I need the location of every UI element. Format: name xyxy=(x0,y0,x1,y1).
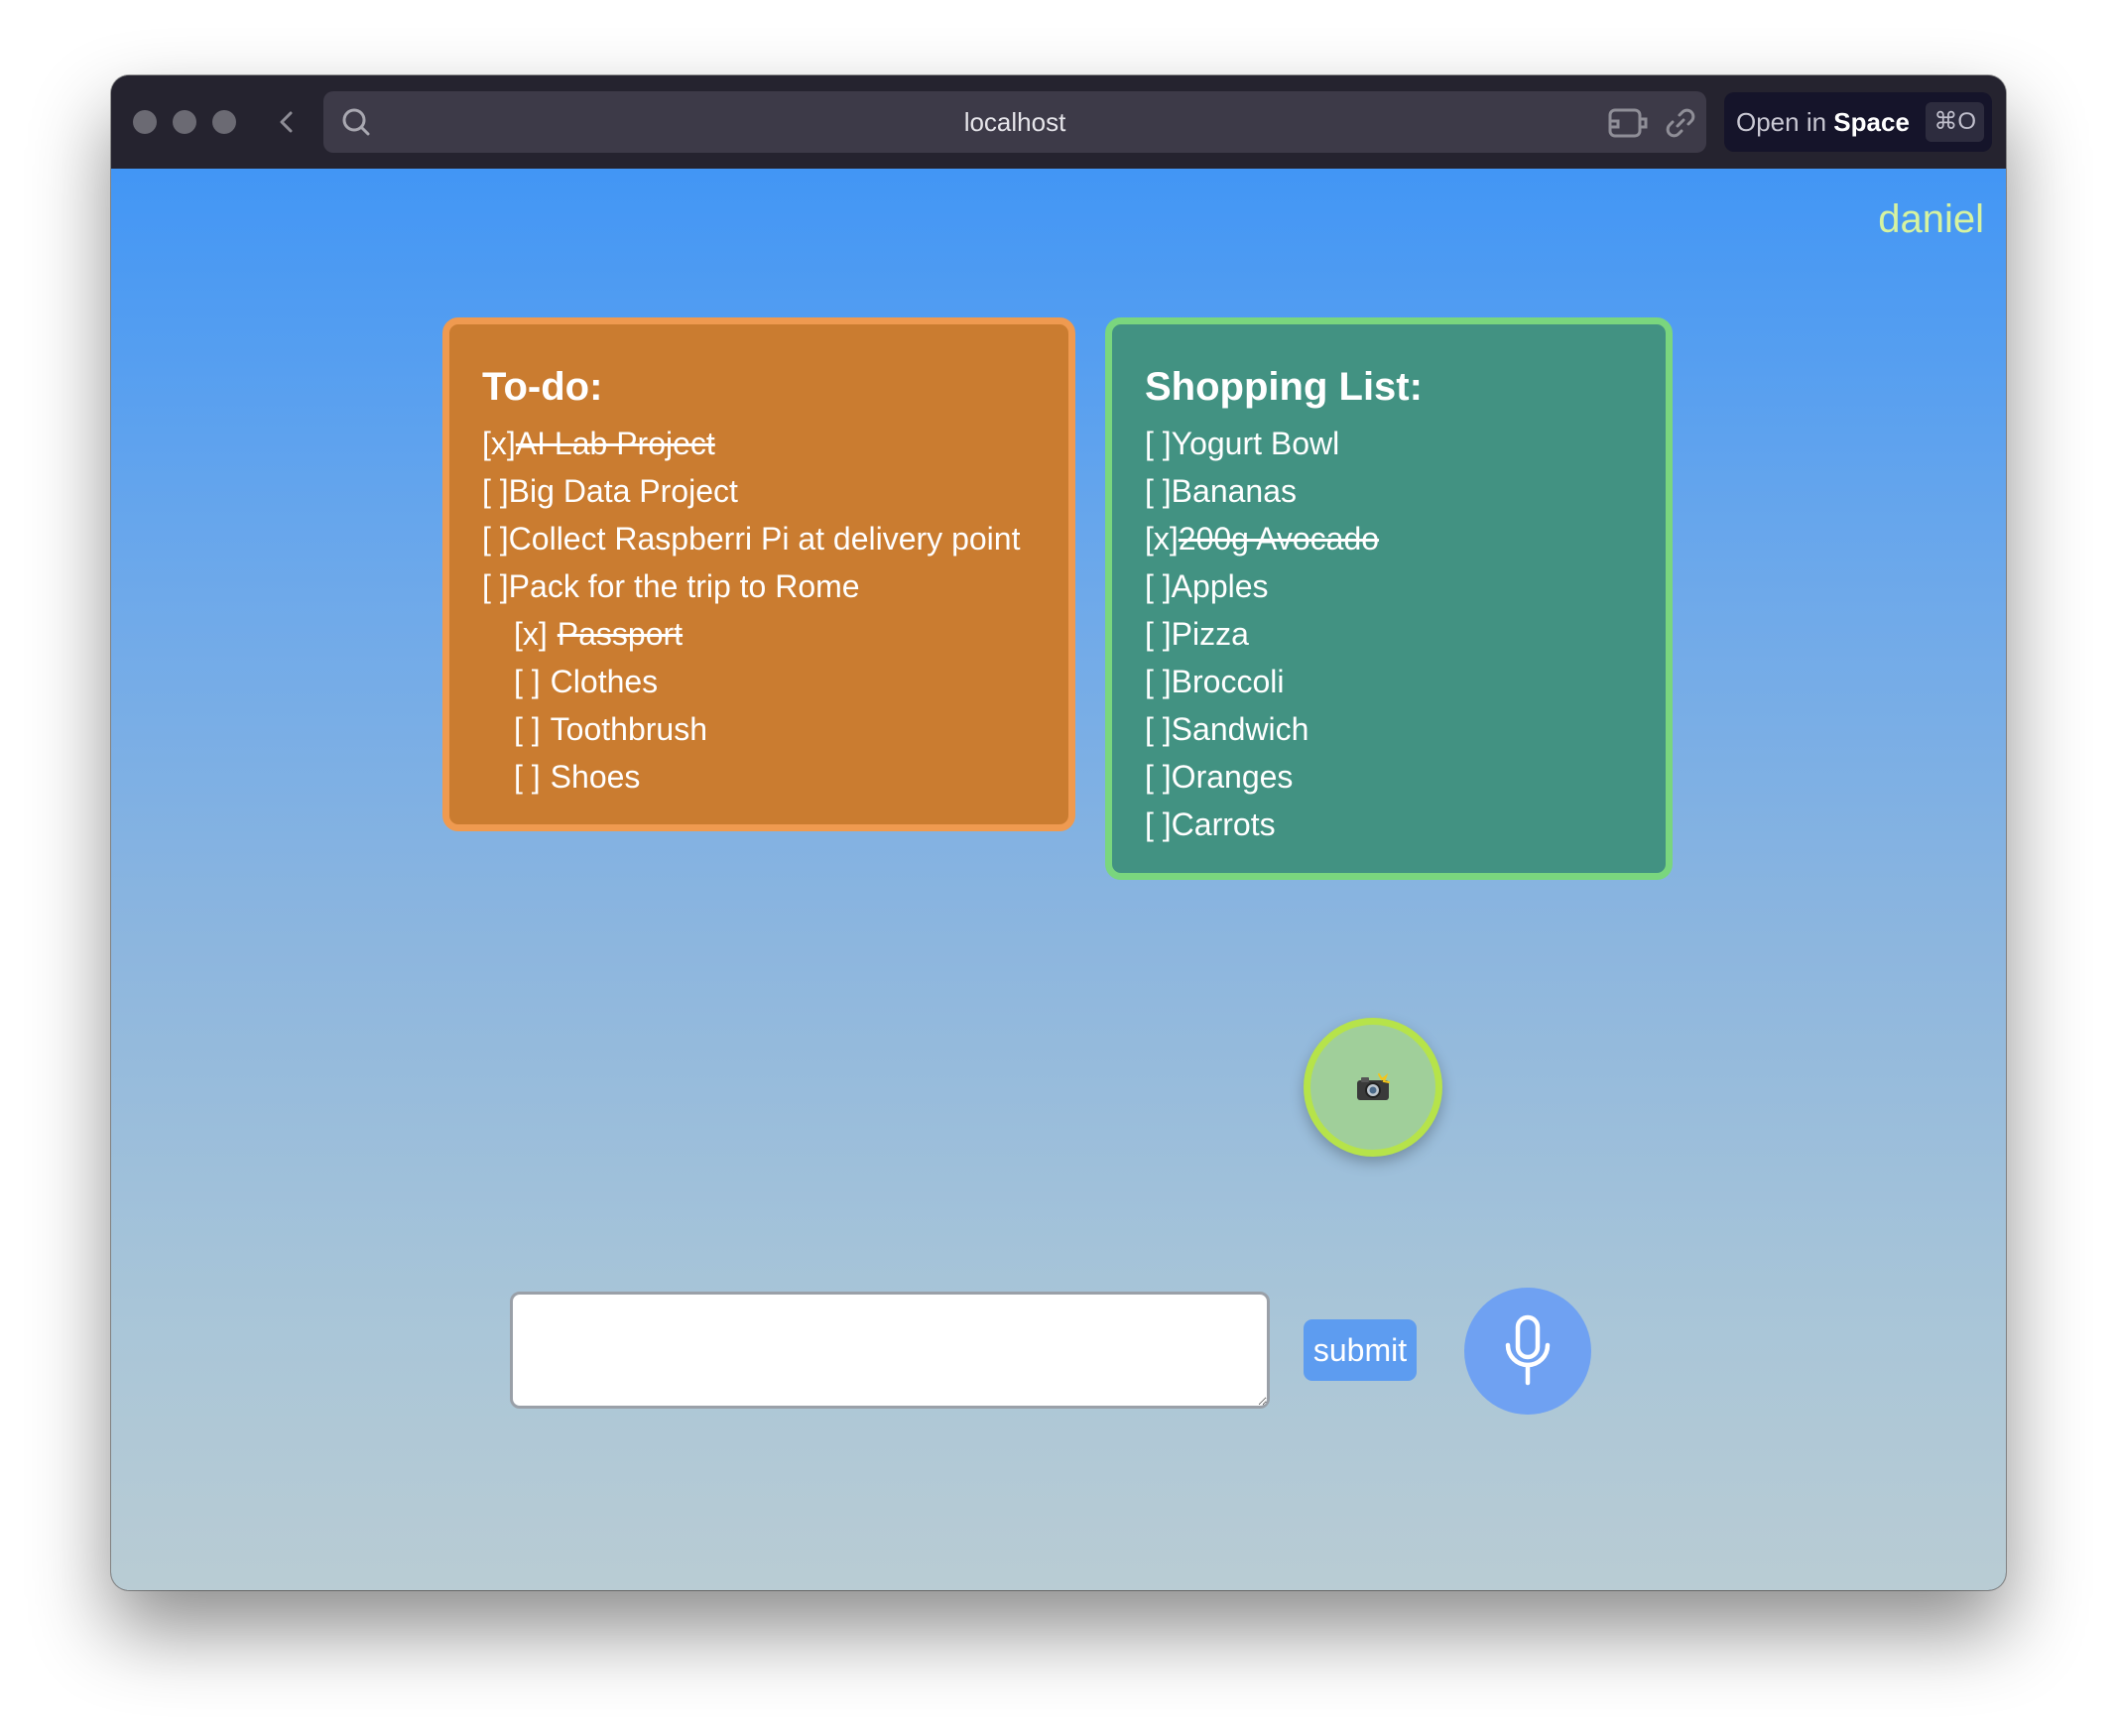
item-checkbox[interactable]: [ ] xyxy=(482,568,509,604)
todo-subitem[interactable]: [ ] Clothes xyxy=(482,658,1020,705)
submit-button[interactable]: submit xyxy=(1304,1319,1417,1381)
item-text: Carrots xyxy=(1171,806,1276,842)
todo-item[interactable]: [x]AI Lab Project xyxy=(482,420,1020,467)
todo-item[interactable]: [ ]Big Data Project xyxy=(482,467,1020,515)
item-text: AI Lab Project xyxy=(515,426,715,461)
minimize-window-button[interactable] xyxy=(173,110,196,134)
microphone-button[interactable] xyxy=(1464,1288,1591,1415)
shortcut-badge: ⌘O xyxy=(1926,102,1984,142)
camera-flash-icon xyxy=(1357,1073,1390,1100)
todo-item[interactable]: [ ]Collect Raspberri Pi at delivery poin… xyxy=(482,515,1020,562)
item-checkbox[interactable]: [ ] xyxy=(482,473,509,509)
item-text: Bananas xyxy=(1171,473,1297,509)
microphone-icon xyxy=(1505,1314,1551,1386)
shopping-title: Shopping List: xyxy=(1145,365,1423,409)
item-text: 200g Avocado xyxy=(1178,521,1380,557)
shopping-item[interactable]: [x]200g Avocado xyxy=(1145,515,1379,562)
extension-icon[interactable] xyxy=(1606,105,1650,141)
copy-link-icon[interactable] xyxy=(1663,105,1698,141)
item-checkbox[interactable]: [ ] xyxy=(1145,568,1172,604)
shopping-list: [ ]Yogurt Bowl [ ]Bananas [x]200g Avocad… xyxy=(1145,420,1379,848)
item-text: Big Data Project xyxy=(508,473,738,509)
item-text: Yogurt Bowl xyxy=(1171,426,1340,461)
item-text: Clothes xyxy=(550,664,659,699)
item-text: Sandwich xyxy=(1171,711,1309,747)
todo-card: To-do: [x]AI Lab Project [ ]Big Data Pro… xyxy=(442,317,1075,831)
browser-window: localhost Open in Space ⌘O daniel To-do:… xyxy=(111,75,2006,1590)
shopping-item[interactable]: [ ]Sandwich xyxy=(1145,705,1379,753)
todo-subitem[interactable]: [ ] Shoes xyxy=(482,753,1020,801)
item-text: Pack for the trip to Rome xyxy=(508,568,860,604)
todo-title: To-do: xyxy=(482,365,603,409)
user-name[interactable]: daniel xyxy=(1878,196,1984,242)
todo-item[interactable]: [ ]Pack for the trip to Rome xyxy=(482,562,1020,610)
item-checkbox[interactable]: [x] xyxy=(514,616,548,652)
item-text: Pizza xyxy=(1171,616,1249,652)
shopping-item[interactable]: [ ]Yogurt Bowl xyxy=(1145,420,1379,467)
shopping-item[interactable]: [ ]Broccoli xyxy=(1145,658,1379,705)
item-text: Collect Raspberri Pi at delivery point xyxy=(508,521,1021,557)
browser-titlebar: localhost Open in Space ⌘O xyxy=(111,75,2006,169)
shopping-item[interactable]: [ ]Bananas xyxy=(1145,467,1379,515)
todo-subitem[interactable]: [ ] Toothbrush xyxy=(482,705,1020,753)
item-checkbox[interactable]: [ ] xyxy=(514,664,541,699)
item-checkbox[interactable]: [x] xyxy=(1145,521,1179,557)
item-checkbox[interactable]: [ ] xyxy=(514,711,541,747)
item-checkbox[interactable]: [ ] xyxy=(1145,711,1172,747)
todo-list: [x]AI Lab Project [ ]Big Data Project [ … xyxy=(482,420,1020,801)
shopping-item[interactable]: [ ]Pizza xyxy=(1145,610,1379,658)
item-checkbox[interactable]: [ ] xyxy=(514,759,541,795)
item-text: Passport xyxy=(557,616,684,652)
item-checkbox[interactable]: [ ] xyxy=(1145,616,1172,652)
item-checkbox[interactable]: [ ] xyxy=(482,521,509,557)
item-checkbox[interactable]: [ ] xyxy=(1145,806,1172,842)
item-checkbox[interactable]: [ ] xyxy=(1145,664,1172,699)
zoom-window-button[interactable] xyxy=(212,110,236,134)
message-input[interactable] xyxy=(510,1292,1270,1409)
item-text: Toothbrush xyxy=(550,711,707,747)
page-content: daniel To-do: [x]AI Lab Project [ ]Big D… xyxy=(111,169,2006,1590)
item-text: Shoes xyxy=(550,759,641,795)
address-bar[interactable]: localhost xyxy=(323,91,1706,153)
back-arrow-icon[interactable] xyxy=(270,105,304,139)
item-checkbox[interactable]: [x] xyxy=(482,426,516,461)
shopping-list-card: Shopping List: [ ]Yogurt Bowl [ ]Bananas… xyxy=(1105,317,1673,880)
todo-subitem[interactable]: [x] Passport xyxy=(482,610,1020,658)
item-checkbox[interactable]: [ ] xyxy=(1145,426,1172,461)
item-text: Apples xyxy=(1171,568,1269,604)
close-window-button[interactable] xyxy=(133,110,157,134)
camera-button[interactable] xyxy=(1304,1018,1442,1157)
space-label: Space xyxy=(1833,107,1910,137)
item-checkbox[interactable]: [ ] xyxy=(1145,759,1172,795)
shopping-item[interactable]: [ ]Oranges xyxy=(1145,753,1379,801)
item-text: Broccoli xyxy=(1171,664,1285,699)
shopping-item[interactable]: [ ]Apples xyxy=(1145,562,1379,610)
item-text: Oranges xyxy=(1171,759,1294,795)
url-text: localhost xyxy=(963,107,1066,137)
open-in-space-button[interactable]: Open in Space ⌘O xyxy=(1724,92,1992,152)
item-checkbox[interactable]: [ ] xyxy=(1145,473,1172,509)
shopping-item[interactable]: [ ]Carrots xyxy=(1145,801,1379,848)
open-in-label: Open in xyxy=(1736,107,1834,137)
